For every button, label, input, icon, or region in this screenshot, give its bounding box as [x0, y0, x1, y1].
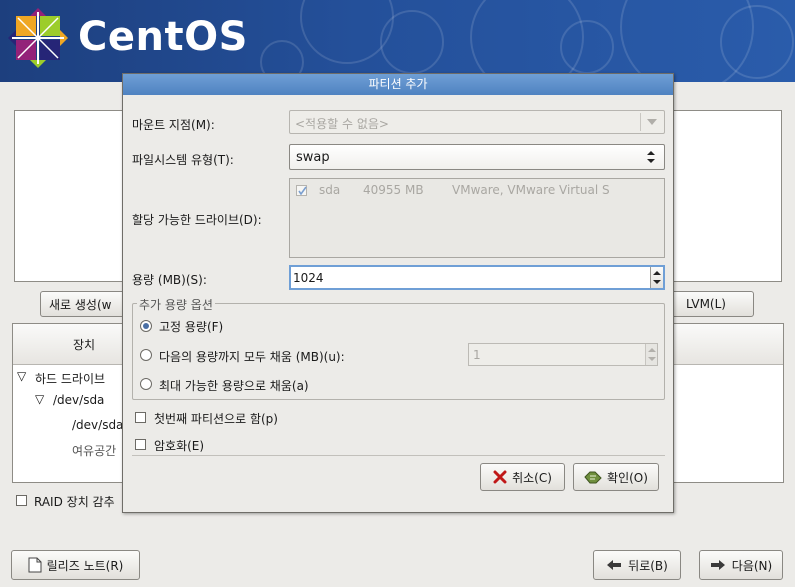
column-device[interactable]: 장치: [73, 336, 95, 353]
ok-button[interactable]: 확인(O): [573, 463, 659, 491]
back-button[interactable]: 뒤로(B): [593, 550, 681, 580]
next-label: 다음(N): [731, 558, 773, 573]
drives-list: sda 40955 MB VMware, VMware Virtual S: [289, 178, 665, 258]
close-icon: [493, 470, 507, 484]
fill-max-radio[interactable]: [140, 378, 152, 390]
brand-name: CentOS: [78, 14, 248, 60]
release-notes-label: 릴리즈 노트(R): [46, 558, 124, 573]
mount-point-dropdown[interactable]: [640, 113, 663, 131]
header-banner: CentOS: [0, 0, 795, 82]
tree-expander-icon[interactable]: ▽: [35, 392, 44, 406]
filesystem-combo[interactable]: swap: [289, 144, 665, 170]
drive-checkbox[interactable]: [296, 185, 307, 196]
fixed-size-radio[interactable]: [140, 320, 152, 332]
size-stepper[interactable]: [650, 267, 663, 288]
cancel-label: 취소(C): [512, 470, 552, 485]
drive-name: sda: [319, 183, 341, 197]
raid-hide-label: RAID 장치 감추: [34, 495, 115, 509]
fill-upto-stepper[interactable]: [645, 344, 657, 365]
spin-updown-icon: [647, 151, 655, 163]
filesystem-label: 파일시스템 유형(T):: [132, 153, 234, 167]
filesystem-value: swap: [296, 150, 330, 165]
arrow-right-icon: [710, 560, 725, 570]
size-label: 용량 (MB)(S):: [132, 273, 207, 287]
dialog-title: 파티션 추가: [123, 74, 673, 95]
arrow-left-icon: [607, 560, 622, 570]
drive-size: 40955 MB: [363, 183, 424, 197]
primary-partition-checkbox[interactable]: [135, 412, 146, 423]
fill-max-label: 최대 가능한 용량으로 채움(a): [159, 379, 309, 393]
fill-upto-label: 다음의 용량까지 모두 채움 (MB)(u):: [159, 350, 345, 364]
raid-hide-checkbox[interactable]: [16, 495, 27, 506]
tree-item-free-space[interactable]: 여유공간: [72, 442, 116, 459]
dialog-separator: [132, 455, 665, 456]
add-partition-dialog: 파티션 추가 마운트 지점(M): <적용할 수 없음> 파일시스템 유형(T)…: [122, 73, 674, 513]
mount-point-label: 마운트 지점(M):: [132, 118, 215, 132]
encrypt-checkbox[interactable]: [135, 439, 146, 450]
size-options-legend: 추가 용량 옵션: [137, 296, 215, 313]
cancel-button[interactable]: 취소(C): [480, 463, 565, 491]
fill-upto-spinbox[interactable]: 1: [468, 343, 658, 366]
fixed-size-label: 고정 용량(F): [159, 320, 224, 334]
fill-upto-radio[interactable]: [140, 349, 152, 361]
tree-expander-icon[interactable]: ▽: [17, 369, 26, 383]
size-spinbox[interactable]: 1024: [289, 265, 665, 290]
mount-point-value: <적용할 수 없음>: [295, 117, 389, 131]
primary-partition-label: 첫번째 파티션으로 함(p): [154, 412, 278, 426]
back-label: 뒤로(B): [628, 558, 668, 573]
drives-label: 할당 가능한 드라이브(D):: [132, 213, 262, 227]
tree-item-sda-partition[interactable]: /dev/sda: [72, 418, 123, 432]
spin-updown-icon: [648, 348, 656, 361]
encrypt-label: 암호화(E): [154, 439, 205, 453]
tree-item-hard-drives[interactable]: 하드 드라이브: [35, 370, 105, 387]
fill-upto-value: 1: [473, 348, 481, 362]
tree-item-sda[interactable]: /dev/sda: [53, 393, 104, 407]
size-value: 1024: [293, 271, 324, 285]
centos-logo-icon: [8, 8, 68, 68]
chevron-down-icon: [647, 119, 657, 125]
spin-updown-icon: [653, 271, 661, 284]
document-icon: [28, 557, 42, 573]
release-notes-button[interactable]: 릴리즈 노트(R): [11, 550, 140, 580]
mount-point-combo[interactable]: <적용할 수 없음>: [289, 110, 665, 134]
drive-model: VMware, VMware Virtual S: [452, 183, 610, 197]
next-button[interactable]: 다음(N): [699, 550, 783, 580]
check-icon: [298, 186, 307, 196]
ok-hand-icon: [584, 471, 602, 484]
new-partition-button[interactable]: 새로 생성(w: [40, 291, 130, 317]
ok-label: 확인(O): [607, 470, 648, 485]
